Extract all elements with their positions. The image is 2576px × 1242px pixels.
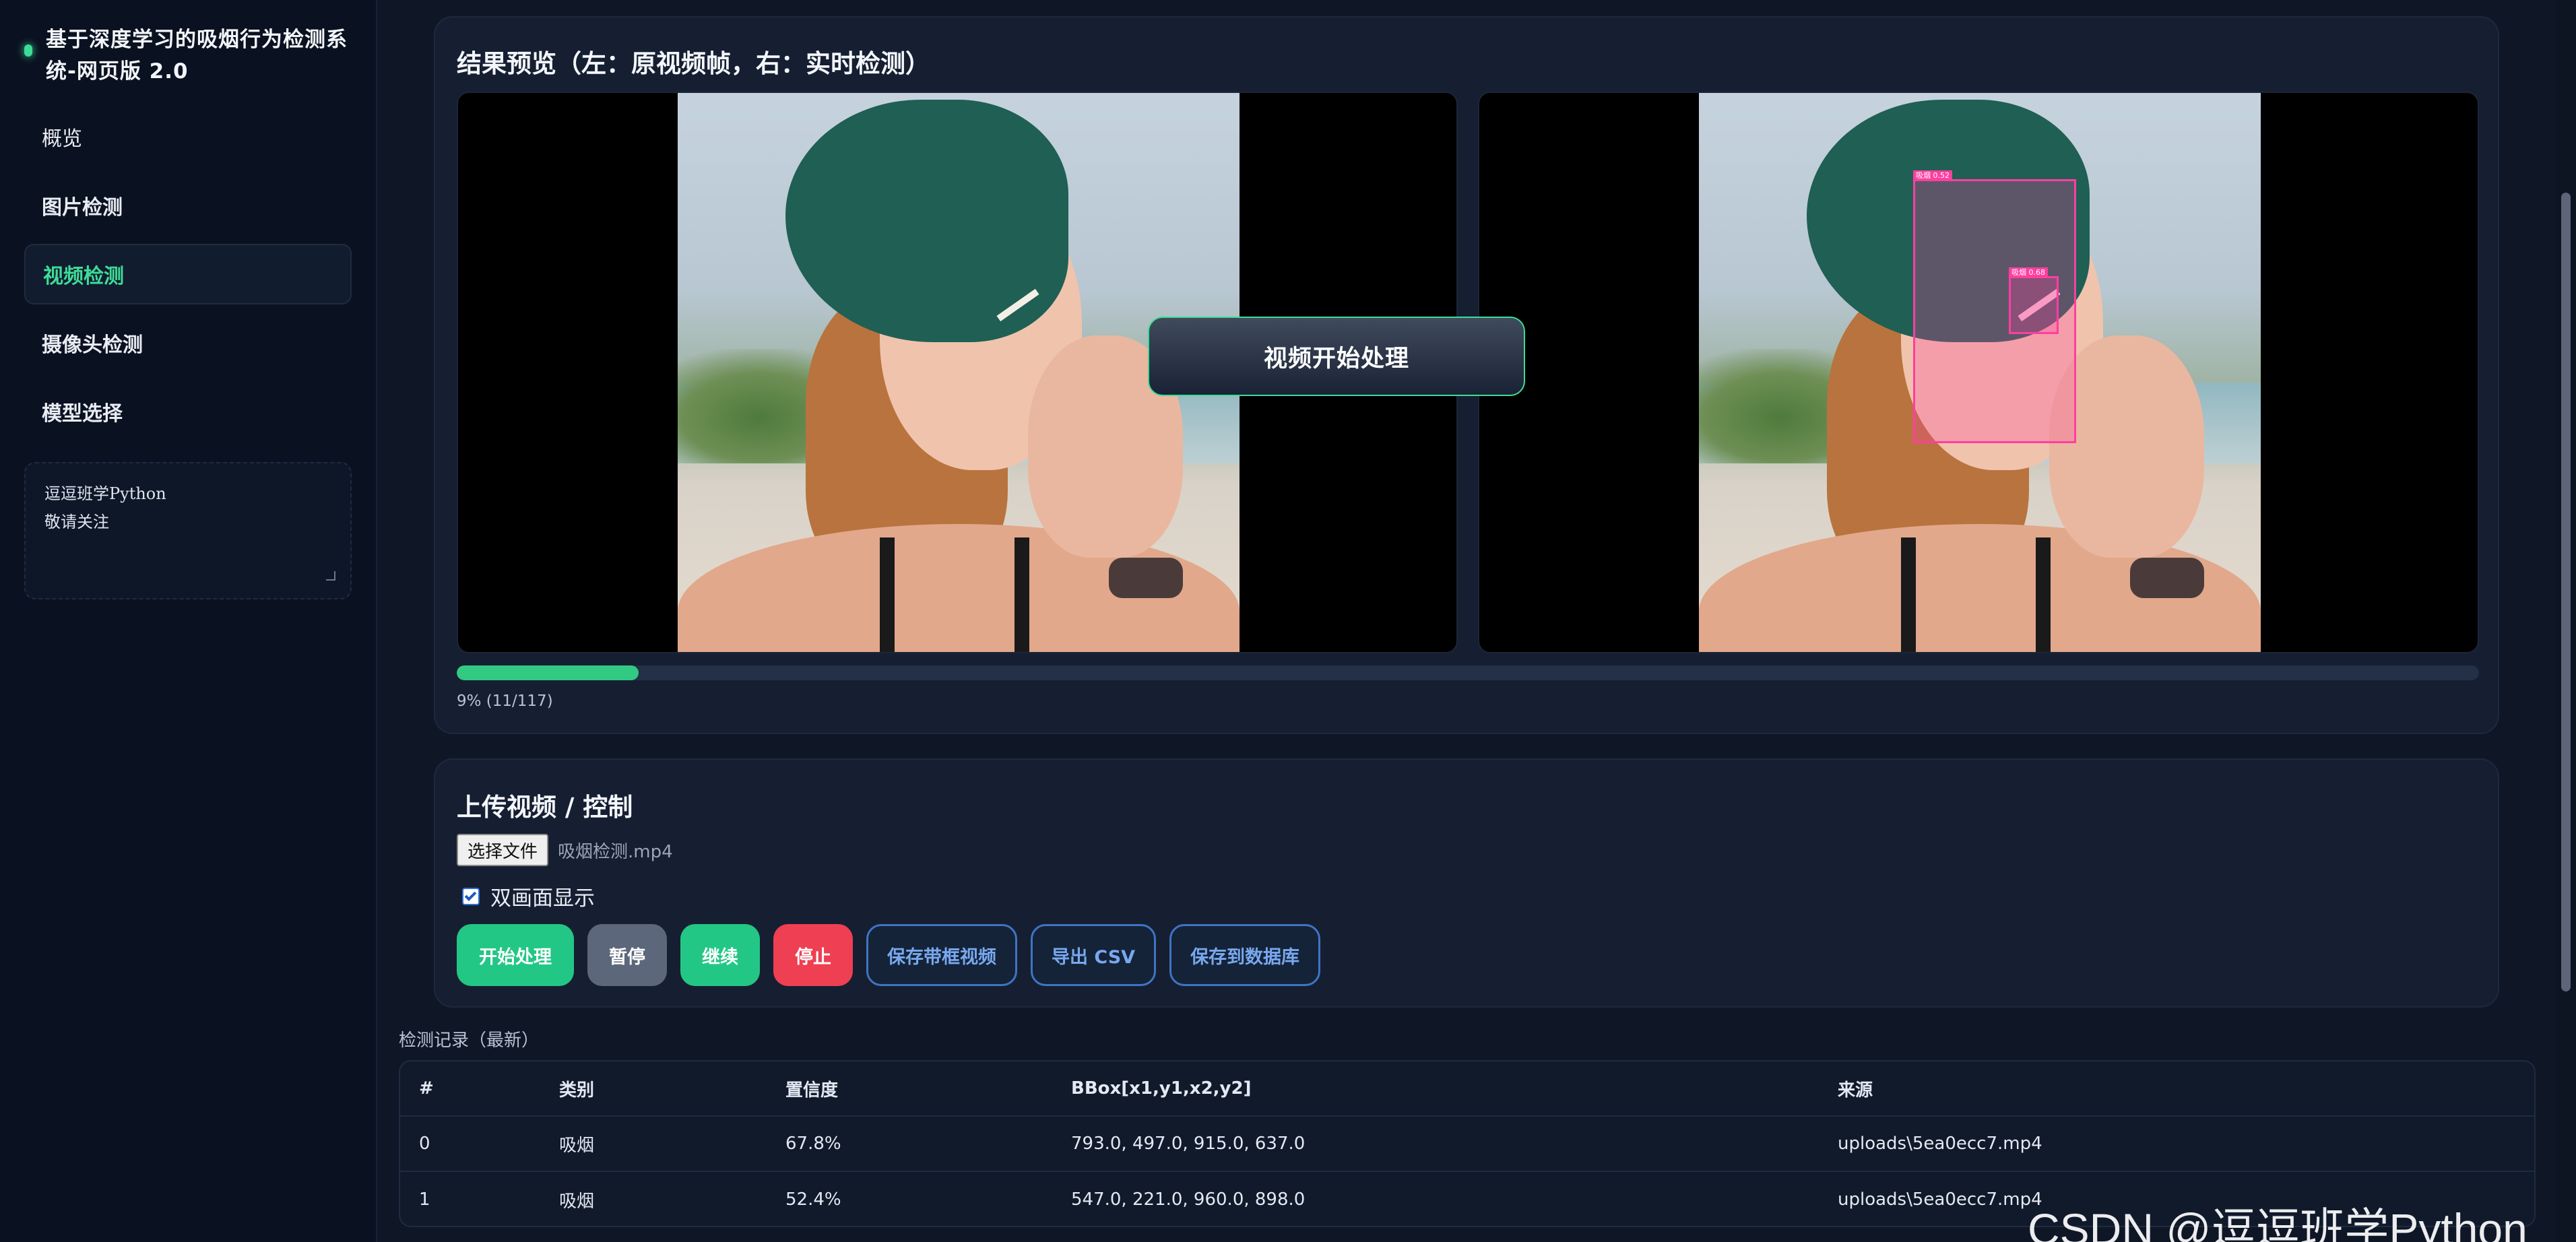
progress-text: 9% (11/117) [457, 692, 553, 710]
progress-fill [457, 665, 639, 680]
table-cell: 67.8% [785, 1134, 841, 1154]
table-cell: uploads\5ea0ecc7.mp4 [1838, 1134, 2042, 1154]
detection-frame-image: 吸烟 0.52 吸烟 0.68 [1699, 93, 2261, 652]
detection-box-label: 吸烟 0.52 [1913, 170, 1952, 181]
choose-file-button[interactable]: 选择文件 [457, 834, 549, 866]
sidebar: 基于深度学习的吸烟行为检测系统-网页版 2.0 概览 图片检测 视频检测 摄像头… [0, 0, 377, 1242]
table-cell: 0 [419, 1134, 430, 1154]
column-header: 置信度 [785, 1080, 839, 1101]
table-cell: 793.0, 497.0, 915.0, 637.0 [1071, 1134, 1306, 1154]
export-csv-button[interactable]: 导出 CSV [1031, 924, 1157, 986]
page-scrollbar[interactable] [2556, 0, 2576, 1242]
column-header: 类别 [559, 1080, 595, 1101]
note-line: 敬请关注 [44, 513, 109, 531]
sidebar-item-image-detection[interactable]: 图片检测 [24, 175, 352, 236]
table-cell: 547.0, 221.0, 960.0, 898.0 [1071, 1189, 1306, 1210]
save-video-button[interactable]: 保存带框视频 [866, 924, 1017, 986]
table-cell: 52.4% [785, 1189, 841, 1210]
check-icon [464, 888, 477, 901]
upload-title: 上传视频 / 控制 [457, 793, 633, 822]
table-cell: 吸烟 [559, 1135, 595, 1156]
detection-frame: 吸烟 0.52 吸烟 0.68 [1478, 92, 2479, 653]
stop-button[interactable]: 停止 [773, 924, 853, 986]
table-cell: 1 [419, 1189, 430, 1210]
pause-button[interactable]: 暂停 [587, 924, 667, 986]
records-title: 检测记录（最新） [399, 1031, 540, 1051]
sidebar-item-camera-detection[interactable]: 摄像头检测 [24, 313, 352, 373]
note-line: 逗逗班学Python [44, 484, 166, 503]
detection-box: 吸烟 0.68 [2009, 267, 2059, 334]
resize-grip-icon[interactable] [326, 571, 335, 581]
progress-bar [457, 665, 2479, 680]
watermark: CSDN @逗逗班学Python [2028, 1204, 2527, 1242]
scrollbar-thumb[interactable] [2561, 193, 2571, 991]
status-toast: 视频开始处理 [1148, 317, 1525, 396]
start-button[interactable]: 开始处理 [457, 924, 574, 986]
resume-button[interactable]: 继续 [680, 924, 760, 986]
sidebar-nav: 概览 图片检测 视频检测 摄像头检测 模型选择 [24, 106, 352, 450]
control-buttons: 开始处理 暂停 继续 停止 保存带框视频 导出 CSV 保存到数据库 [457, 924, 1334, 986]
table-cell: 吸烟 [559, 1191, 595, 1212]
save-db-button[interactable]: 保存到数据库 [1169, 924, 1321, 986]
sidebar-item-model-selection[interactable]: 模型选择 [24, 381, 352, 442]
brand: 基于深度学习的吸烟行为检测系统-网页版 2.0 [24, 24, 348, 88]
main-content: 结果预览（左：原视频帧，右：实时检测） 吸烟 0.52 吸烟 0.68 视频开始… [377, 0, 2549, 1242]
table-header: # 类别 置信度 BBox[x1,y1,x2,y2] 来源 [400, 1061, 2534, 1117]
table-row: 0 吸烟 67.8% 793.0, 497.0, 915.0, 637.0 up… [400, 1117, 2534, 1172]
preview-title: 结果预览（左：原视频帧，右：实时检测） [457, 49, 930, 78]
preview-panel: 结果预览（左：原视频帧，右：实时检测） 吸烟 0.52 吸烟 0.68 视频开始… [434, 16, 2499, 734]
column-header: 来源 [1838, 1080, 1873, 1101]
note-textarea[interactable]: 逗逗班学Python 敬请关注 [24, 462, 352, 599]
upload-panel: 上传视频 / 控制 选择文件 吸烟检测.mp4 双画面显示 开始处理 暂停 继续… [434, 758, 2499, 1008]
column-header: # [419, 1078, 434, 1099]
column-header: BBox[x1,y1,x2,y2] [1071, 1078, 1252, 1099]
sidebar-item-overview[interactable]: 概览 [24, 106, 352, 167]
file-picker: 选择文件 吸烟检测.mp4 [457, 834, 673, 866]
selected-file-name: 吸烟检测.mp4 [558, 841, 673, 862]
dual-view-checkbox[interactable] [462, 887, 480, 905]
status-dot-icon [24, 44, 32, 57]
dual-view-option[interactable]: 双画面显示 [462, 881, 595, 911]
sidebar-item-video-detection[interactable]: 视频检测 [24, 244, 352, 304]
app-title: 基于深度学习的吸烟行为检测系统-网页版 2.0 [46, 28, 348, 84]
dual-view-label[interactable]: 双画面显示 [490, 881, 595, 911]
detection-box-label: 吸烟 0.68 [2009, 267, 2048, 278]
